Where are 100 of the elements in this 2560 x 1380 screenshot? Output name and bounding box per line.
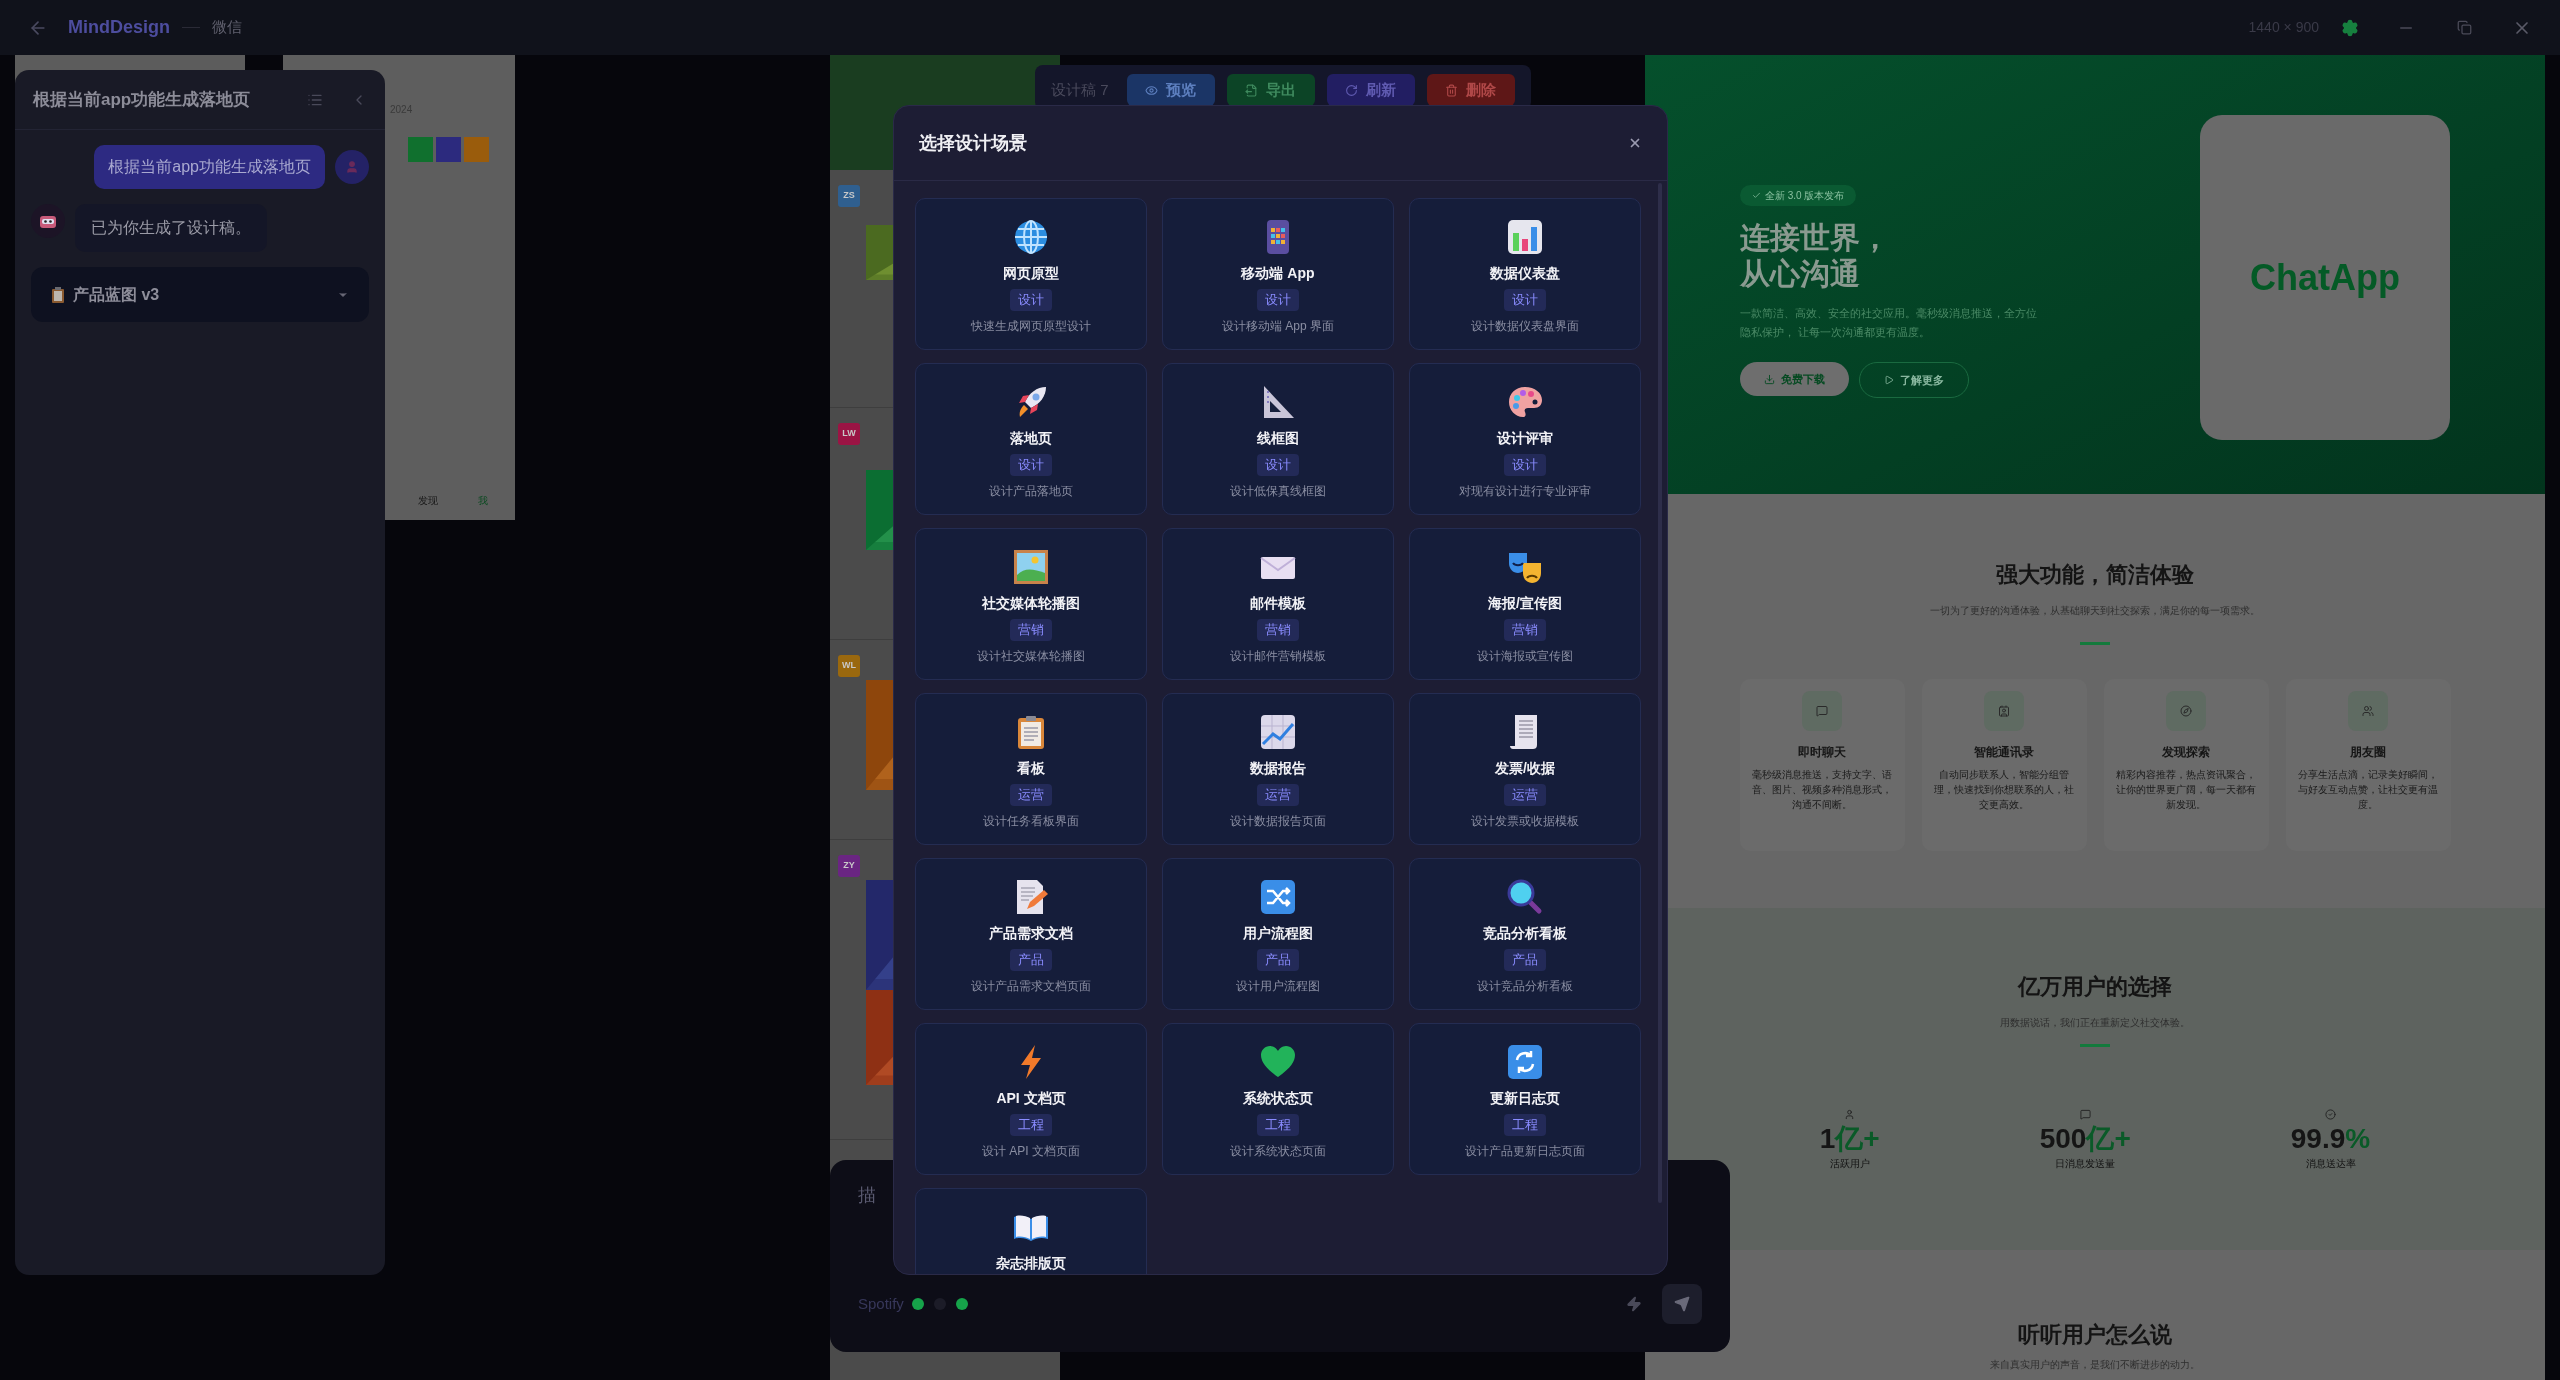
prompt-field[interactable]: 描	[858, 1182, 888, 1209]
feature-title: 智能通讯录	[1974, 744, 2034, 761]
user-message: 根据当前app功能生成落地页	[94, 145, 325, 189]
close-icon[interactable]	[1628, 136, 1642, 150]
scene-description: 设计竞品分析看板	[1477, 977, 1573, 995]
contact-card-icon	[1998, 705, 2010, 717]
category-tag: 产品	[1504, 949, 1546, 971]
app-logo: ChatApp	[2250, 255, 2400, 300]
category-tag: 设计	[1504, 289, 1546, 311]
file-icon	[1245, 83, 1258, 97]
trash-icon	[1445, 83, 1458, 97]
scene-description: 对现有设计进行专业评审	[1459, 482, 1591, 500]
chat-icon	[2079, 1109, 2091, 1120]
scene-card[interactable]: 系统状态页 工程 设计系统状态页面	[1162, 1023, 1394, 1175]
feature-description: 自动同步联系人，智能分组管理，快速找到你想联系的人，社交更高效。	[1933, 768, 2075, 812]
avatar-badge: WL	[838, 655, 860, 677]
avatar-badge: ZY	[838, 855, 860, 877]
version-badge: 全新 3.0 版本发布	[1740, 185, 1857, 206]
palette-icon	[1507, 384, 1543, 420]
refresh-icon	[1345, 83, 1358, 97]
send-button[interactable]	[1662, 1284, 1702, 1324]
person-icon	[1844, 1109, 1856, 1120]
scene-card[interactable]: 杂志排版页	[915, 1188, 1147, 1274]
category-tag: 设计	[1257, 454, 1299, 476]
category-tag: 设计	[1257, 289, 1299, 311]
settings-icon[interactable]	[2341, 18, 2359, 37]
tag-chip	[408, 137, 433, 162]
model-label: Spotify	[858, 1293, 904, 1314]
scene-title: 设计评审	[1497, 429, 1553, 448]
compass-icon	[2180, 705, 2192, 717]
scene-description: 快速生成网页原型设计	[971, 317, 1091, 335]
category-tag: 运营	[1504, 784, 1546, 806]
stat-value: 99.9%	[2290, 1122, 2371, 1156]
scene-title: 社交媒体轮播图	[982, 594, 1080, 613]
scene-title: 数据报告	[1250, 759, 1306, 778]
dialog-title: 选择设计场景	[919, 131, 1027, 155]
category-tag: 产品	[1257, 949, 1299, 971]
scene-description: 设计产品落地页	[989, 482, 1073, 500]
scene-description: 设计低保真线框图	[1230, 482, 1326, 500]
scene-description: 设计产品更新日志页面	[1465, 1142, 1585, 1160]
app-name: MindDesign	[68, 16, 170, 39]
scene-title: API 文档页	[996, 1089, 1066, 1108]
scene-card[interactable]: 产品需求文档 产品 设计产品需求文档页面	[915, 858, 1147, 1010]
category-tag: 工程	[1257, 1114, 1299, 1136]
scene-card[interactable]: 竞品分析看板 产品 设计竞品分析看板	[1409, 858, 1641, 1010]
scene-card[interactable]: 看板 运营 设计任务看板界面	[915, 693, 1147, 845]
scene-card[interactable]: 落地页 设计 设计产品落地页	[915, 363, 1147, 515]
scene-card[interactable]: 移动端 App 设计 设计移动端 App 界面	[1162, 198, 1394, 350]
lightning-icon[interactable]	[1626, 1296, 1642, 1312]
scene-description: 设计产品需求文档页面	[971, 977, 1091, 995]
scene-title: 用户流程图	[1243, 924, 1313, 943]
scene-title: 杂志排版页	[996, 1254, 1066, 1273]
clipboard-icon	[51, 286, 65, 303]
scene-card[interactable]: 发票/收据 运营 设计发票或收据模板	[1409, 693, 1641, 845]
scene-title: 竞品分析看板	[1483, 924, 1567, 943]
feature-title: 朋友圈	[2350, 744, 2386, 761]
scene-card[interactable]: 邮件模板 营销 设计邮件营销模板	[1162, 528, 1394, 680]
scene-title: 看板	[1017, 759, 1045, 778]
scene-description: 设计发票或收据模板	[1471, 812, 1579, 830]
scene-card[interactable]: 社交媒体轮播图 营销 设计社交媒体轮播图	[915, 528, 1147, 680]
play-icon	[1884, 375, 1894, 385]
category-tag: 工程	[1010, 1114, 1052, 1136]
category-tag: 设计	[1010, 454, 1052, 476]
stat-label: 日消息发送量	[2055, 1157, 2116, 1171]
scene-title: 线框图	[1257, 429, 1299, 448]
framed-landscape-icon	[1013, 549, 1049, 585]
heart-icon	[1260, 1044, 1296, 1080]
user-avatar	[335, 150, 369, 184]
tag-chip	[464, 137, 489, 162]
line-chart-icon	[1260, 714, 1296, 750]
refresh-icon	[1507, 1044, 1543, 1080]
scene-description: 设计海报或宣传图	[1477, 647, 1573, 665]
magnifier-icon	[1507, 879, 1543, 915]
scene-card[interactable]: 更新日志页 工程 设计产品更新日志页面	[1409, 1023, 1641, 1175]
check-icon	[1752, 191, 1761, 200]
scene-card[interactable]: 线框图 设计 设计低保真线框图	[1162, 363, 1394, 515]
scene-card[interactable]: 用户流程图 产品 设计用户流程图	[1162, 858, 1394, 1010]
scene-title: 海报/宣传图	[1488, 594, 1562, 613]
section-title: 亿万用户的选择	[2018, 973, 2172, 1001]
feature-title: 即时聊天	[1798, 744, 1846, 761]
scene-description: 设计任务看板界面	[983, 812, 1079, 830]
scene-card[interactable]: 设计评审 设计 对现有设计进行专业评审	[1409, 363, 1641, 515]
scene-title: 移动端 App	[1241, 264, 1315, 283]
category-tag: 营销	[1257, 619, 1299, 641]
feature-description: 毫秒级消息推送，支持文字、语音、图片、视频多种消息形式，沟通不间断。	[1751, 768, 1893, 812]
category-tag: 运营	[1010, 784, 1052, 806]
scene-card[interactable]: 数据仪表盘 设计 设计数据仪表盘界面	[1409, 198, 1641, 350]
assistant-message: 已为你生成了设计稿。	[75, 204, 267, 252]
artifact-card[interactable]: 产品蓝图 v3	[31, 267, 369, 322]
scene-card[interactable]: 海报/宣传图 营销 设计海报或宣传图	[1409, 528, 1641, 680]
globe-icon	[1013, 219, 1049, 255]
tag-chip	[436, 137, 461, 162]
scene-card[interactable]: API 文档页 工程 设计 API 文档页面	[915, 1023, 1147, 1175]
scene-title: 系统状态页	[1243, 1089, 1313, 1108]
restore-icon[interactable]	[2457, 20, 2472, 35]
scene-title: 产品需求文档	[989, 924, 1073, 943]
section-title: 强大功能，简洁体验	[1996, 561, 2194, 589]
avatar-badge: ZS	[838, 185, 860, 207]
scene-card[interactable]: 数据报告 运营 设计数据报告页面	[1162, 693, 1394, 845]
scene-card[interactable]: 网页原型 设计 快速生成网页原型设计	[915, 198, 1147, 350]
